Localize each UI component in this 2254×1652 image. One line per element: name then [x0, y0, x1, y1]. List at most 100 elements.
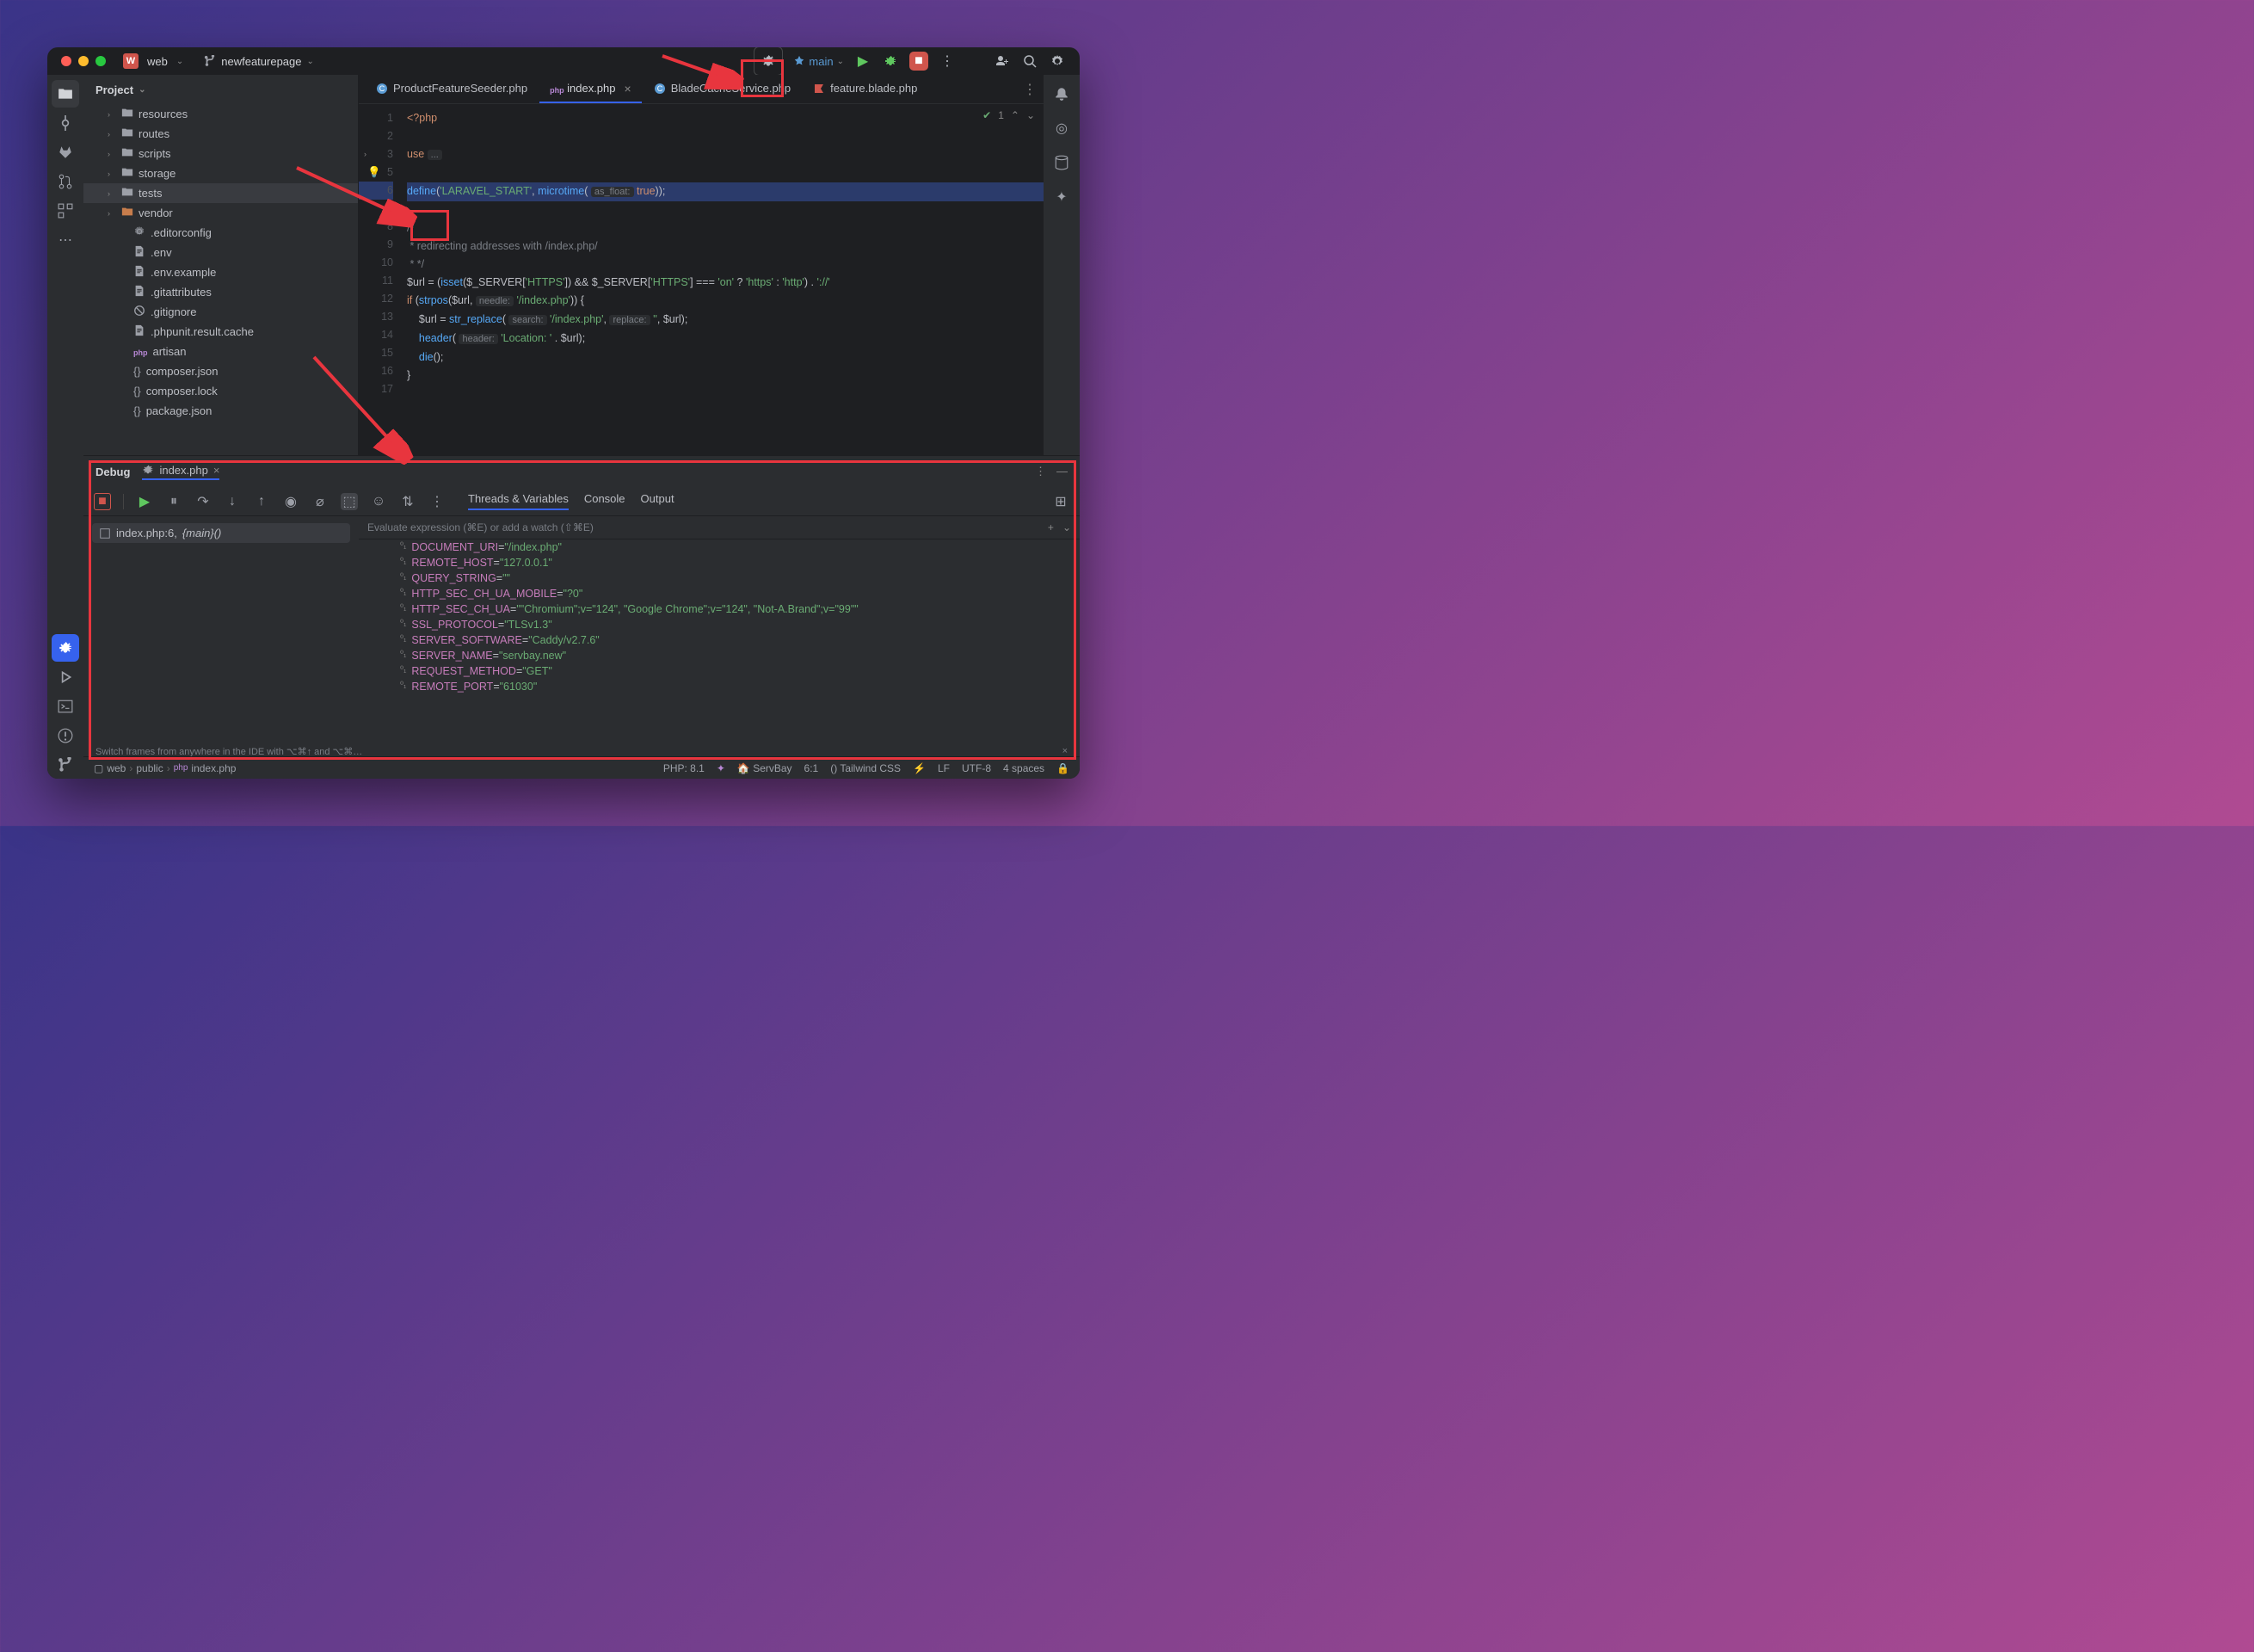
tree-node[interactable]: .gitignore	[83, 302, 358, 322]
database-icon[interactable]	[1048, 149, 1075, 176]
pull-requests-icon[interactable]	[52, 168, 79, 195]
step-into-icon[interactable]: ↓	[224, 493, 241, 510]
filter-icon[interactable]: ⇅	[399, 493, 416, 510]
indent[interactable]: 4 spaces	[1003, 762, 1044, 774]
project-tool-icon[interactable]	[52, 80, 79, 108]
structure-icon[interactable]	[52, 197, 79, 225]
variable-row[interactable]: ⁰₁REMOTE_HOST = "127.0.0.1"	[359, 555, 1080, 570]
ai-assistant-icon[interactable]: ✦	[1048, 183, 1075, 211]
inspections-widget[interactable]: ✔1⌃⌄	[982, 109, 1035, 121]
more-icon[interactable]: ⋮	[428, 493, 446, 510]
variable-row[interactable]: ⁰₁SSL_PROTOCOL = "TLSv1.3"	[359, 617, 1080, 632]
notifications-icon[interactable]	[1048, 80, 1075, 108]
servbay-icon[interactable]: ✦	[717, 762, 725, 774]
breakpoints-icon[interactable]: ◉	[282, 493, 299, 510]
project-header[interactable]: Project⌄	[83, 75, 358, 104]
chevron-down-icon[interactable]: ⌄	[1062, 521, 1071, 533]
tree-node[interactable]: ›resources	[83, 104, 358, 124]
tree-node[interactable]: .phpunit.result.cache	[83, 322, 358, 342]
lock-icon[interactable]: 🔒	[1056, 762, 1069, 774]
stack-frame[interactable]: index.php:6, {main}()	[92, 523, 350, 543]
tree-node[interactable]: ›vendor	[83, 203, 358, 223]
tree-node[interactable]: {}composer.lock	[83, 381, 358, 401]
resume-icon[interactable]: ▶	[136, 493, 153, 510]
settings-icon[interactable]: ☺	[370, 493, 387, 510]
tabs-more-icon[interactable]: ⋮	[1023, 81, 1037, 98]
tree-node[interactable]: .env	[83, 243, 358, 262]
mute-breakpoints-icon[interactable]: ⌀	[311, 493, 329, 510]
debug-button[interactable]	[882, 52, 899, 70]
tree-node[interactable]: {}composer.json	[83, 361, 358, 381]
tree-node[interactable]: .editorconfig	[83, 223, 358, 243]
tree-node[interactable]: ›routes	[83, 124, 358, 144]
frames-pane[interactable]: index.php:6, {main}()	[83, 516, 359, 746]
tree-node[interactable]: ›scripts	[83, 144, 358, 163]
variable-row[interactable]: ⁰₁HTTP_SEC_CH_UA_MOBILE = "?0"	[359, 586, 1080, 601]
variable-row[interactable]: ⁰₁DOCUMENT_URI = "/index.php"	[359, 539, 1080, 555]
variable-row[interactable]: ⁰₁REMOTE_PORT = "61030"	[359, 679, 1080, 694]
step-over-icon[interactable]: ↷	[194, 493, 212, 510]
tree-node[interactable]: ›storage	[83, 163, 358, 183]
tree-node[interactable]: {}package.json	[83, 401, 358, 421]
add-watch-icon[interactable]: +	[1048, 521, 1054, 533]
problems-icon[interactable]	[52, 722, 79, 749]
pause-icon[interactable]: ⏸	[165, 493, 182, 510]
debug-listener-button[interactable]	[754, 47, 783, 76]
chevron-down-icon[interactable]: ⌄	[176, 57, 183, 66]
variable-row[interactable]: ⁰₁QUERY_STRING = ""	[359, 570, 1080, 586]
debug-tab[interactable]: Threads & Variables	[468, 492, 569, 510]
run-button[interactable]: ▶	[854, 52, 871, 70]
editor-tab[interactable]: feature.blade.php	[803, 76, 927, 103]
git-tool-icon[interactable]	[52, 751, 79, 779]
more-tools-icon[interactable]: ⋯	[52, 226, 79, 254]
servbay[interactable]: 🏠 ServBay	[737, 762, 792, 774]
git-branch[interactable]: newfeaturepage ⌄	[204, 55, 314, 68]
run-config[interactable]: main ⌄	[793, 55, 844, 68]
code-area[interactable]: 12›3💡567891011121314151617 <?php use ...…	[359, 104, 1044, 455]
ai-icon[interactable]: ◎	[1048, 114, 1075, 142]
tailwind[interactable]: () Tailwind CSS	[830, 762, 901, 774]
variable-row[interactable]: ⁰₁HTTP_SEC_CH_UA = ""Chromium";v="124", …	[359, 601, 1080, 617]
variable-row[interactable]: ⁰₁SERVER_SOFTWARE = "Caddy/v2.7.6"	[359, 632, 1080, 648]
variable-row[interactable]: ⁰₁REQUEST_METHOD = "GET"	[359, 663, 1080, 679]
tree-node[interactable]: ›tests	[83, 183, 358, 203]
cursor-position[interactable]: 6:1	[804, 762, 819, 774]
services-icon[interactable]	[52, 663, 79, 691]
step-out-icon[interactable]: ↑	[253, 493, 270, 510]
debug-tool-icon[interactable]	[52, 634, 79, 662]
line-ending[interactable]: LF	[938, 762, 950, 774]
project-name[interactable]: web	[147, 55, 168, 68]
search-icon[interactable]	[1021, 52, 1038, 70]
evaluate-icon[interactable]: ⬚	[341, 493, 358, 510]
evaluate-input[interactable]: Evaluate expression (⌘E) or add a watch …	[359, 516, 1080, 539]
tree-node[interactable]: .env.example	[83, 262, 358, 282]
layout-icon[interactable]: ⊞	[1052, 493, 1069, 510]
minimize-icon[interactable]: —	[1056, 465, 1068, 478]
deploy-icon[interactable]: ⚡	[913, 762, 926, 774]
window-controls[interactable]	[61, 56, 106, 66]
debug-tab[interactable]: Output	[641, 492, 674, 510]
project-tree[interactable]: ›resources›routes›scripts›storage›tests›…	[83, 104, 358, 455]
php-version[interactable]: PHP: 8.1	[663, 762, 705, 774]
debug-session-tab[interactable]: index.php ×	[142, 464, 219, 480]
add-user-icon[interactable]	[994, 52, 1011, 70]
gear-icon[interactable]	[1049, 52, 1066, 70]
variable-row[interactable]: ⁰₁SERVER_NAME = "servbay.new"	[359, 648, 1080, 663]
debug-tab[interactable]: Console	[584, 492, 625, 510]
editor-tab[interactable]: CProductFeatureSeeder.php	[366, 76, 538, 103]
close-icon[interactable]: ×	[625, 82, 631, 96]
encoding[interactable]: UTF-8	[962, 762, 991, 774]
editor-tab[interactable]: phpindex.php×	[539, 76, 642, 103]
terminal-icon[interactable]	[52, 693, 79, 720]
gitlab-icon[interactable]	[52, 139, 79, 166]
tree-node[interactable]: phpartisan	[83, 342, 358, 361]
more-icon[interactable]: ⋮	[939, 52, 956, 70]
project-badge[interactable]: W	[123, 53, 139, 69]
commit-icon[interactable]	[52, 109, 79, 137]
tree-node[interactable]: .gitattributes	[83, 282, 358, 302]
stop-button[interactable]: ■	[909, 52, 928, 71]
close-icon[interactable]: ×	[213, 464, 220, 477]
stop-icon[interactable]: ■	[94, 493, 111, 510]
more-icon[interactable]: ⋮	[1035, 465, 1046, 478]
variables-pane[interactable]: Evaluate expression (⌘E) or add a watch …	[359, 516, 1080, 746]
